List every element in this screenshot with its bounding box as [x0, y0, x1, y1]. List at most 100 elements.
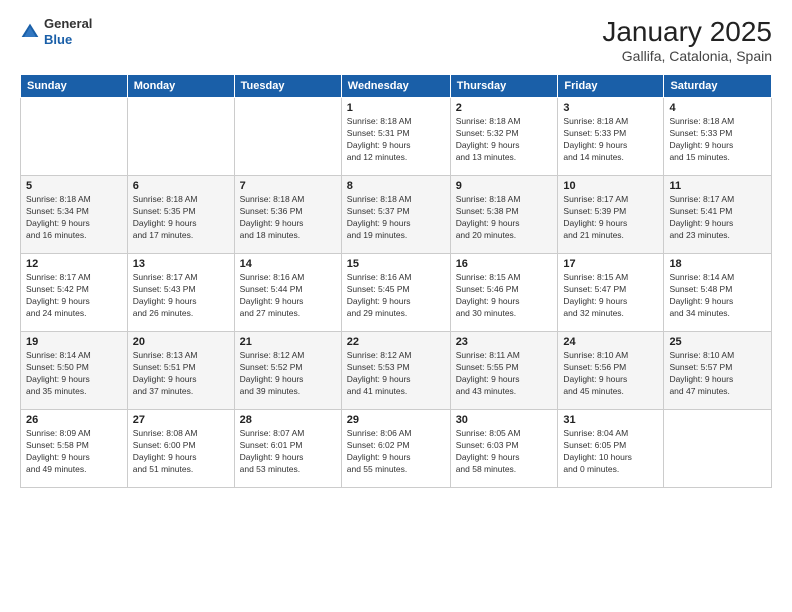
day-info: Sunrise: 8:10 AM Sunset: 5:56 PM Dayligh…	[563, 350, 658, 398]
calendar-cell: 18Sunrise: 8:14 AM Sunset: 5:48 PM Dayli…	[664, 254, 772, 332]
day-of-week-header: Monday	[127, 75, 234, 98]
day-info: Sunrise: 8:16 AM Sunset: 5:45 PM Dayligh…	[347, 272, 445, 320]
calendar-cell: 27 Sunrise: 8:08 AM Sunset: 6:00 PM Dayli…	[127, 410, 234, 488]
day-info: Sunrise: 8:12 AM Sunset: 5:53 PM Dayligh…	[347, 350, 445, 398]
day-number: 22	[347, 336, 445, 348]
day-number: 19	[26, 336, 122, 348]
day-info: Sunrise: 8:15 AM Sunset: 5:46 PM Dayligh…	[456, 272, 553, 320]
day-info: Sunrise: 8:18 AM Sunset: 5:36 PM Dayligh…	[240, 194, 336, 242]
day-of-week-header: Thursday	[450, 75, 558, 98]
day-info: Sunrise: 8:18 AM Sunset: 5:35 PM Dayligh…	[133, 194, 229, 242]
day-number: 5	[26, 180, 122, 192]
calendar-cell: 15 Sunrise: 8:16 AM Sunset: 5:45 PM Dayli…	[341, 254, 450, 332]
day-number: 15	[347, 258, 445, 270]
day-info: Sunrise: 8:18 AM Sunset: 5:38 PM Dayligh…	[456, 194, 553, 242]
calendar-cell: 31 Sunrise: 8:04 AM Sunset: 6:05 PM Dayli…	[558, 410, 664, 488]
calendar-cell: 26Sunrise: 8:09 AM Sunset: 5:58 PM Dayli…	[21, 410, 128, 488]
day-info: Sunrise: 8:14 AM Sunset: 5:48 PM Dayligh…	[669, 272, 766, 320]
day-number: 10	[563, 180, 658, 192]
day-number: 7	[240, 180, 336, 192]
day-number: 25	[669, 336, 766, 348]
day-info: Sunrise: 8:18 AM Sunset: 5:33 PM Dayligh…	[563, 116, 658, 164]
location: Gallifa, Catalonia, Spain	[602, 48, 772, 64]
day-number: 24	[563, 336, 658, 348]
day-number: 6	[133, 180, 229, 192]
day-info: Sunrise: 8:11 AM Sunset: 5:55 PM Dayligh…	[456, 350, 553, 398]
day-number: 9	[456, 180, 553, 192]
day-number: 28	[240, 414, 336, 426]
day-info: Sunrise: 8:18 AM Sunset: 5:33 PM Dayligh…	[669, 116, 766, 164]
day-number: 17	[563, 258, 658, 270]
calendar-header-row: SundayMondayTuesdayWednesdayThursdayFrid…	[21, 75, 772, 98]
calendar-cell	[127, 98, 234, 176]
day-info: Sunrise: 8:08 AM Sunset: 6:00 PM Dayligh…	[133, 428, 229, 476]
day-info: Sunrise: 8:17 AM Sunset: 5:39 PM Dayligh…	[563, 194, 658, 242]
day-info: Sunrise: 8:17 AM Sunset: 5:42 PM Dayligh…	[26, 272, 122, 320]
day-info: Sunrise: 8:18 AM Sunset: 5:31 PM Dayligh…	[347, 116, 445, 164]
calendar-cell: 1 Sunrise: 8:18 AM Sunset: 5:31 PM Daylig…	[341, 98, 450, 176]
title-block: January 2025 Gallifa, Catalonia, Spain	[602, 16, 772, 64]
logo-text: General Blue	[44, 16, 92, 47]
calendar-cell	[21, 98, 128, 176]
day-number: 4	[669, 102, 766, 114]
day-info: Sunrise: 8:12 AM Sunset: 5:52 PM Dayligh…	[240, 350, 336, 398]
logo-icon	[20, 22, 40, 42]
calendar-cell: 11 Sunrise: 8:17 AM Sunset: 5:41 PM Dayli…	[664, 176, 772, 254]
day-info: Sunrise: 8:17 AM Sunset: 5:41 PM Dayligh…	[669, 194, 766, 242]
calendar: SundayMondayTuesdayWednesdayThursdayFrid…	[20, 74, 772, 488]
day-of-week-header: Friday	[558, 75, 664, 98]
calendar-cell: 12 Sunrise: 8:17 AM Sunset: 5:42 PM Dayli…	[21, 254, 128, 332]
day-number: 11	[669, 180, 766, 192]
day-info: Sunrise: 8:04 AM Sunset: 6:05 PM Dayligh…	[563, 428, 658, 476]
day-number: 31	[563, 414, 658, 426]
calendar-cell: 5 Sunrise: 8:18 AM Sunset: 5:34 PM Daylig…	[21, 176, 128, 254]
calendar-cell: 10 Sunrise: 8:17 AM Sunset: 5:39 PM Dayli…	[558, 176, 664, 254]
calendar-cell	[664, 410, 772, 488]
day-info: Sunrise: 8:14 AM Sunset: 5:50 PM Dayligh…	[26, 350, 122, 398]
day-info: Sunrise: 8:07 AM Sunset: 6:01 PM Dayligh…	[240, 428, 336, 476]
day-of-week-header: Saturday	[664, 75, 772, 98]
calendar-cell: 22 Sunrise: 8:12 AM Sunset: 5:53 PM Dayli…	[341, 332, 450, 410]
day-number: 1	[347, 102, 445, 114]
calendar-cell: 17Sunrise: 8:15 AM Sunset: 5:47 PM Dayli…	[558, 254, 664, 332]
day-number: 13	[133, 258, 229, 270]
day-of-week-header: Sunday	[21, 75, 128, 98]
day-info: Sunrise: 8:18 AM Sunset: 5:34 PM Dayligh…	[26, 194, 122, 242]
calendar-cell: 4 Sunrise: 8:18 AM Sunset: 5:33 PM Daylig…	[664, 98, 772, 176]
calendar-week-row: 12 Sunrise: 8:17 AM Sunset: 5:42 PM Dayli…	[21, 254, 772, 332]
day-number: 20	[133, 336, 229, 348]
calendar-cell: 7 Sunrise: 8:18 AM Sunset: 5:36 PM Daylig…	[234, 176, 341, 254]
calendar-week-row: 19 Sunrise: 8:14 AM Sunset: 5:50 PM Dayli…	[21, 332, 772, 410]
calendar-week-row: 26Sunrise: 8:09 AM Sunset: 5:58 PM Dayli…	[21, 410, 772, 488]
calendar-cell: 30Sunrise: 8:05 AM Sunset: 6:03 PM Dayli…	[450, 410, 558, 488]
day-info: Sunrise: 8:18 AM Sunset: 5:37 PM Dayligh…	[347, 194, 445, 242]
day-number: 26	[26, 414, 122, 426]
calendar-cell: 19 Sunrise: 8:14 AM Sunset: 5:50 PM Dayli…	[21, 332, 128, 410]
calendar-cell: 3Sunrise: 8:18 AM Sunset: 5:33 PM Daylig…	[558, 98, 664, 176]
calendar-cell: 25 Sunrise: 8:10 AM Sunset: 5:57 PM Dayli…	[664, 332, 772, 410]
day-number: 12	[26, 258, 122, 270]
calendar-cell	[234, 98, 341, 176]
day-info: Sunrise: 8:13 AM Sunset: 5:51 PM Dayligh…	[133, 350, 229, 398]
day-info: Sunrise: 8:18 AM Sunset: 5:32 PM Dayligh…	[456, 116, 553, 164]
calendar-week-row: 1 Sunrise: 8:18 AM Sunset: 5:31 PM Daylig…	[21, 98, 772, 176]
day-number: 8	[347, 180, 445, 192]
calendar-cell: 8 Sunrise: 8:18 AM Sunset: 5:37 PM Daylig…	[341, 176, 450, 254]
month-title: January 2025	[602, 16, 772, 48]
day-info: Sunrise: 8:10 AM Sunset: 5:57 PM Dayligh…	[669, 350, 766, 398]
day-number: 16	[456, 258, 553, 270]
page: General Blue January 2025 Gallifa, Catal…	[0, 0, 792, 612]
day-info: Sunrise: 8:06 AM Sunset: 6:02 PM Dayligh…	[347, 428, 445, 476]
day-number: 29	[347, 414, 445, 426]
calendar-cell: 23Sunrise: 8:11 AM Sunset: 5:55 PM Dayli…	[450, 332, 558, 410]
calendar-cell: 21Sunrise: 8:12 AM Sunset: 5:52 PM Dayli…	[234, 332, 341, 410]
day-of-week-header: Wednesday	[341, 75, 450, 98]
day-of-week-header: Tuesday	[234, 75, 341, 98]
calendar-cell: 24 Sunrise: 8:10 AM Sunset: 5:56 PM Dayli…	[558, 332, 664, 410]
day-number: 27	[133, 414, 229, 426]
day-number: 14	[240, 258, 336, 270]
day-info: Sunrise: 8:05 AM Sunset: 6:03 PM Dayligh…	[456, 428, 553, 476]
calendar-cell: 9 Sunrise: 8:18 AM Sunset: 5:38 PM Daylig…	[450, 176, 558, 254]
day-info: Sunrise: 8:16 AM Sunset: 5:44 PM Dayligh…	[240, 272, 336, 320]
calendar-cell: 2Sunrise: 8:18 AM Sunset: 5:32 PM Daylig…	[450, 98, 558, 176]
